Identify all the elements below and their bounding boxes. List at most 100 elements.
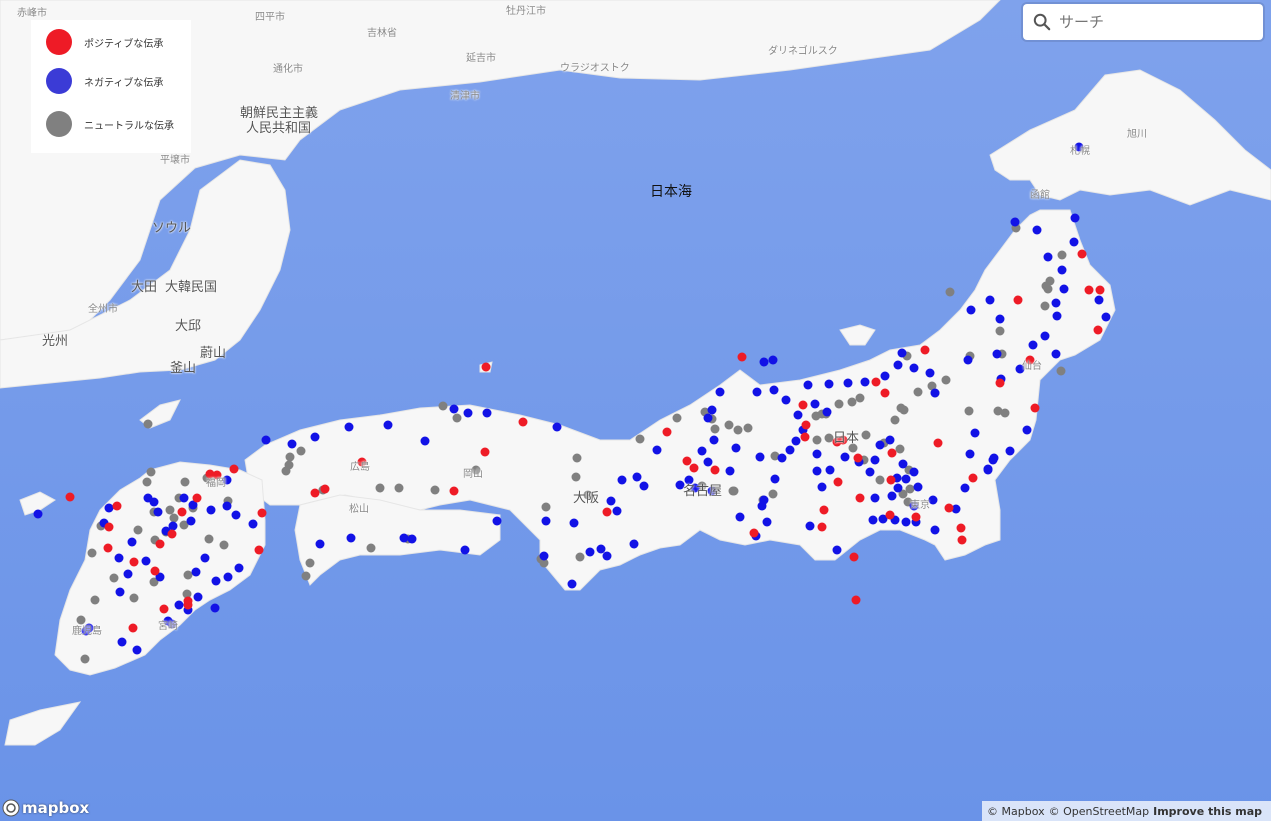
negative-point[interactable]	[870, 493, 880, 503]
negative-point[interactable]	[970, 428, 980, 438]
negative-point[interactable]	[492, 516, 502, 526]
neutral-point[interactable]	[143, 419, 153, 429]
negative-point[interactable]	[909, 467, 919, 477]
positive-point[interactable]	[155, 539, 165, 549]
positive-point[interactable]	[801, 420, 811, 430]
neutral-point[interactable]	[1040, 301, 1050, 311]
negative-point[interactable]	[541, 516, 551, 526]
negative-point[interactable]	[569, 518, 579, 528]
negative-point[interactable]	[770, 474, 780, 484]
positive-point[interactable]	[737, 352, 747, 362]
neutral-point[interactable]	[90, 595, 100, 605]
negative-point[interactable]	[930, 525, 940, 535]
positive-point[interactable]	[817, 522, 827, 532]
positive-point[interactable]	[129, 557, 139, 567]
positive-point[interactable]	[1030, 403, 1040, 413]
neutral-point[interactable]	[204, 534, 214, 544]
neutral-point[interactable]	[394, 483, 404, 493]
negative-point[interactable]	[231, 510, 241, 520]
negative-point[interactable]	[843, 378, 853, 388]
negative-point[interactable]	[860, 377, 870, 387]
negative-point[interactable]	[153, 507, 163, 517]
neutral-point[interactable]	[165, 505, 175, 515]
positive-point[interactable]	[995, 378, 1005, 388]
negative-point[interactable]	[602, 551, 612, 561]
positive-point[interactable]	[1095, 285, 1105, 295]
negative-point[interactable]	[104, 503, 114, 513]
positive-point[interactable]	[689, 463, 699, 473]
positive-point[interactable]	[885, 510, 895, 520]
negative-point[interactable]	[752, 387, 762, 397]
negative-point[interactable]	[449, 404, 459, 414]
negative-point[interactable]	[123, 569, 133, 579]
positive-point[interactable]	[933, 438, 943, 448]
negative-point[interactable]	[893, 360, 903, 370]
positive-point[interactable]	[849, 552, 859, 562]
neutral-point[interactable]	[733, 425, 743, 435]
neutral-point[interactable]	[219, 540, 229, 550]
negative-point[interactable]	[1057, 265, 1067, 275]
positive-point[interactable]	[112, 501, 122, 511]
negative-point[interactable]	[1051, 298, 1061, 308]
positive-point[interactable]	[481, 362, 491, 372]
negative-point[interactable]	[759, 357, 769, 367]
negative-point[interactable]	[725, 466, 735, 476]
neutral-point[interactable]	[847, 397, 857, 407]
neutral-point[interactable]	[895, 444, 905, 454]
negative-point[interactable]	[768, 355, 778, 365]
negative-point[interactable]	[785, 445, 795, 455]
neutral-point[interactable]	[672, 413, 682, 423]
negative-point[interactable]	[832, 545, 842, 555]
negative-point[interactable]	[186, 516, 196, 526]
neutral-point[interactable]	[1000, 408, 1010, 418]
negative-point[interactable]	[840, 452, 850, 462]
positive-point[interactable]	[662, 427, 672, 437]
neutral-point[interactable]	[571, 472, 581, 482]
negative-point[interactable]	[629, 539, 639, 549]
negative-point[interactable]	[346, 533, 356, 543]
negative-point[interactable]	[234, 563, 244, 573]
positive-point[interactable]	[855, 493, 865, 503]
negative-point[interactable]	[1070, 213, 1080, 223]
negative-point[interactable]	[315, 539, 325, 549]
neutral-point[interactable]	[1057, 250, 1067, 260]
positive-point[interactable]	[851, 595, 861, 605]
positive-point[interactable]	[103, 543, 113, 553]
negative-point[interactable]	[206, 505, 216, 515]
negative-point[interactable]	[925, 368, 935, 378]
positive-point[interactable]	[254, 545, 264, 555]
negative-point[interactable]	[810, 399, 820, 409]
negative-point[interactable]	[1032, 225, 1042, 235]
negative-point[interactable]	[930, 388, 940, 398]
negative-point[interactable]	[870, 455, 880, 465]
neutral-point[interactable]	[430, 485, 440, 495]
negative-point[interactable]	[567, 579, 577, 589]
negative-point[interactable]	[824, 379, 834, 389]
neutral-point[interactable]	[129, 593, 139, 603]
negative-point[interactable]	[893, 483, 903, 493]
neutral-point[interactable]	[301, 571, 311, 581]
positive-point[interactable]	[800, 432, 810, 442]
neutral-point[interactable]	[180, 477, 190, 487]
negative-point[interactable]	[193, 592, 203, 602]
neutral-point[interactable]	[875, 475, 885, 485]
positive-point[interactable]	[480, 447, 490, 457]
neutral-point[interactable]	[945, 287, 955, 297]
negative-point[interactable]	[33, 509, 43, 519]
negative-point[interactable]	[769, 385, 779, 395]
negative-point[interactable]	[966, 305, 976, 315]
negative-point[interactable]	[639, 481, 649, 491]
neutral-point[interactable]	[109, 573, 119, 583]
neutral-point[interactable]	[913, 387, 923, 397]
negative-point[interactable]	[715, 387, 725, 397]
neutral-point[interactable]	[142, 477, 152, 487]
negative-point[interactable]	[985, 295, 995, 305]
positive-point[interactable]	[183, 600, 193, 610]
neutral-point[interactable]	[834, 399, 844, 409]
negative-point[interactable]	[1010, 217, 1020, 227]
negative-point[interactable]	[1028, 340, 1038, 350]
negative-point[interactable]	[812, 449, 822, 459]
negative-point[interactable]	[960, 483, 970, 493]
neutral-point[interactable]	[87, 548, 97, 558]
negative-point[interactable]	[812, 466, 822, 476]
